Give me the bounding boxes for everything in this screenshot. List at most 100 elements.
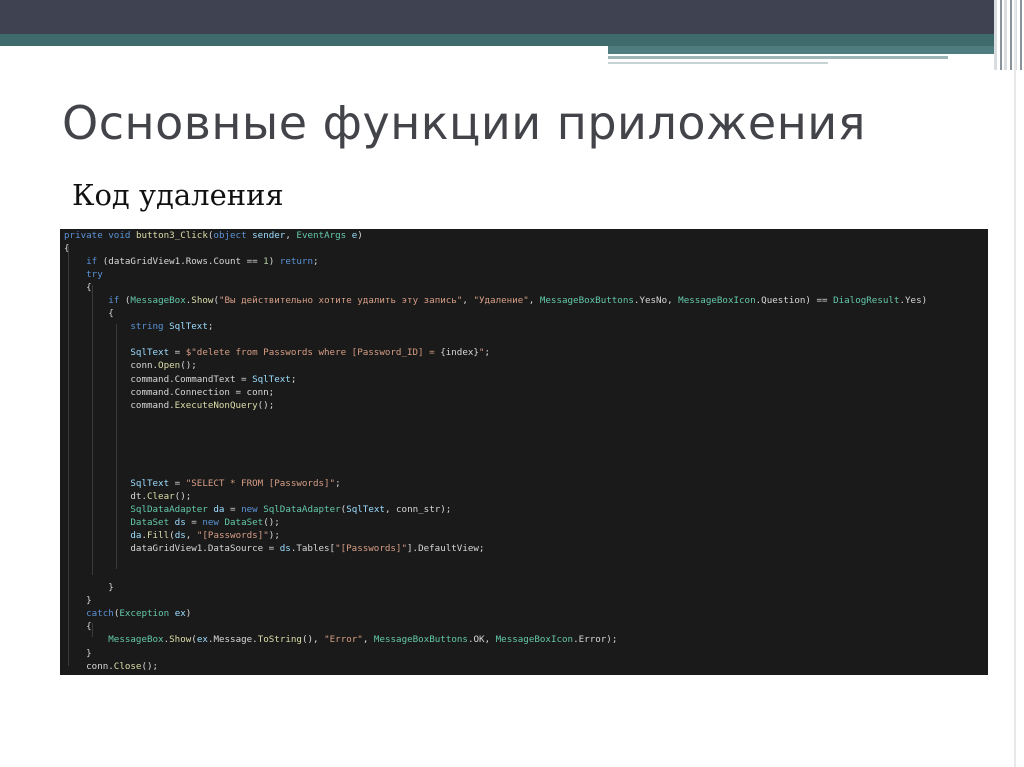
indent-guide bbox=[92, 285, 93, 575]
slide-title: Основные функции приложения bbox=[62, 96, 866, 150]
code-token: private bbox=[64, 230, 109, 241]
code-token: ; bbox=[313, 256, 319, 268]
code-token: "SELECT * FROM [Passwords]" bbox=[185, 477, 336, 489]
code-token: DataSet bbox=[224, 517, 264, 529]
code-token: .Tables[ bbox=[290, 543, 336, 555]
code-line: DataSet ds = new DataSet(); bbox=[64, 516, 984, 529]
code-token: Close bbox=[113, 660, 142, 672]
header-accent-line bbox=[608, 56, 948, 59]
code-token: , conn_str); bbox=[384, 503, 452, 515]
code-token: ex bbox=[196, 634, 208, 646]
code-token: SqlText bbox=[130, 347, 170, 359]
code-token: new bbox=[241, 503, 264, 515]
code-token: MessageBoxIcon bbox=[495, 634, 574, 646]
code-token: try bbox=[86, 269, 103, 281]
code-token: Fill bbox=[147, 530, 170, 542]
code-token: ; bbox=[484, 347, 491, 359]
code-token: (); bbox=[141, 660, 159, 672]
code-line: { bbox=[64, 242, 984, 255]
code-token: , bbox=[185, 530, 197, 542]
code-token: .YesNo, bbox=[633, 295, 679, 307]
code-token: { bbox=[64, 308, 114, 320]
code-token: = bbox=[169, 347, 186, 359]
header-accent-line-thin bbox=[608, 62, 828, 64]
code-token: command.Connection = conn; bbox=[64, 386, 275, 398]
code-token: SqlDataAdapter bbox=[263, 503, 341, 515]
code-token: EventArgs bbox=[296, 230, 352, 241]
code-token: Clear bbox=[146, 490, 175, 502]
header-accent-bar bbox=[608, 46, 1024, 54]
code-token: , bbox=[285, 230, 297, 241]
code-token: new bbox=[202, 517, 225, 529]
code-token: "[Passwords]" bbox=[196, 530, 269, 542]
code-token: SqlText bbox=[169, 321, 208, 333]
code-token: Show bbox=[191, 295, 214, 307]
code-line: } bbox=[64, 594, 984, 607]
code-token: , bbox=[362, 634, 374, 646]
code-line: command.CommandText = SqlText; bbox=[64, 373, 984, 386]
indent-guide bbox=[68, 246, 69, 666]
code-token: ) bbox=[357, 230, 363, 241]
code-token: SqlText bbox=[346, 503, 385, 515]
header-band-teal bbox=[0, 34, 1024, 46]
code-token: {index} bbox=[440, 347, 479, 359]
code-token: = bbox=[169, 477, 186, 489]
code-token: MessageBox bbox=[130, 295, 186, 307]
code-token: return bbox=[279, 256, 313, 268]
code-token: sender bbox=[252, 230, 286, 241]
code-token: dataGridView1.DataSource = bbox=[64, 543, 280, 555]
code-line: { bbox=[64, 620, 984, 633]
code-token: command. bbox=[64, 399, 175, 411]
code-token: (); bbox=[174, 490, 192, 502]
code-token: (), bbox=[301, 634, 325, 646]
right-edge-line bbox=[1014, 0, 1016, 767]
code-line: command.Connection = conn; bbox=[64, 386, 984, 399]
code-token: } bbox=[64, 582, 114, 594]
code-token: .Error); bbox=[573, 634, 618, 646]
code-token: DataSet bbox=[130, 517, 175, 529]
code-token: ); bbox=[268, 530, 280, 542]
code-line: } bbox=[64, 581, 984, 594]
code-token: ) bbox=[268, 256, 280, 268]
code-token: MessageBoxButtons bbox=[539, 295, 634, 307]
code-token: ds bbox=[174, 517, 186, 529]
code-line: { bbox=[64, 307, 984, 320]
code-line: try bbox=[64, 268, 984, 281]
code-token: "Вы действительно хотите удалить эту зап… bbox=[218, 295, 463, 307]
code-token: SqlDataAdapter bbox=[130, 503, 214, 515]
code-line: dataGridView1.DataSource = ds.Tables["[P… bbox=[64, 542, 984, 555]
code-token: , bbox=[528, 295, 540, 307]
code-line: conn.Open(); bbox=[64, 359, 984, 372]
code-line: MessageBox.Show(ex.Message.ToString(), "… bbox=[64, 633, 984, 646]
code-line: command.ExecuteNonQuery(); bbox=[64, 399, 984, 412]
code-token: ; bbox=[207, 321, 214, 333]
code-line: private void button3_Click(object sender… bbox=[64, 229, 984, 242]
code-token: (); bbox=[263, 517, 280, 529]
indent-guide bbox=[92, 623, 93, 637]
code-line: SqlText = "SELECT * FROM [Passwords]"; bbox=[64, 477, 984, 490]
code-token: } bbox=[64, 674, 70, 675]
code-token: SqlText bbox=[252, 373, 291, 385]
code-token: ) bbox=[185, 608, 192, 620]
code-token: da bbox=[130, 530, 142, 542]
code-token: DialogResult bbox=[833, 295, 900, 307]
code-token: ].DefaultView; bbox=[407, 543, 485, 555]
code-token: .OK, bbox=[467, 634, 496, 646]
code-token: ds bbox=[279, 543, 291, 555]
code-token: catch bbox=[86, 608, 114, 620]
code-token: "[Passwords]" bbox=[335, 543, 407, 555]
corner-stripes bbox=[994, 0, 1024, 70]
code-token: .Message. bbox=[207, 634, 258, 646]
